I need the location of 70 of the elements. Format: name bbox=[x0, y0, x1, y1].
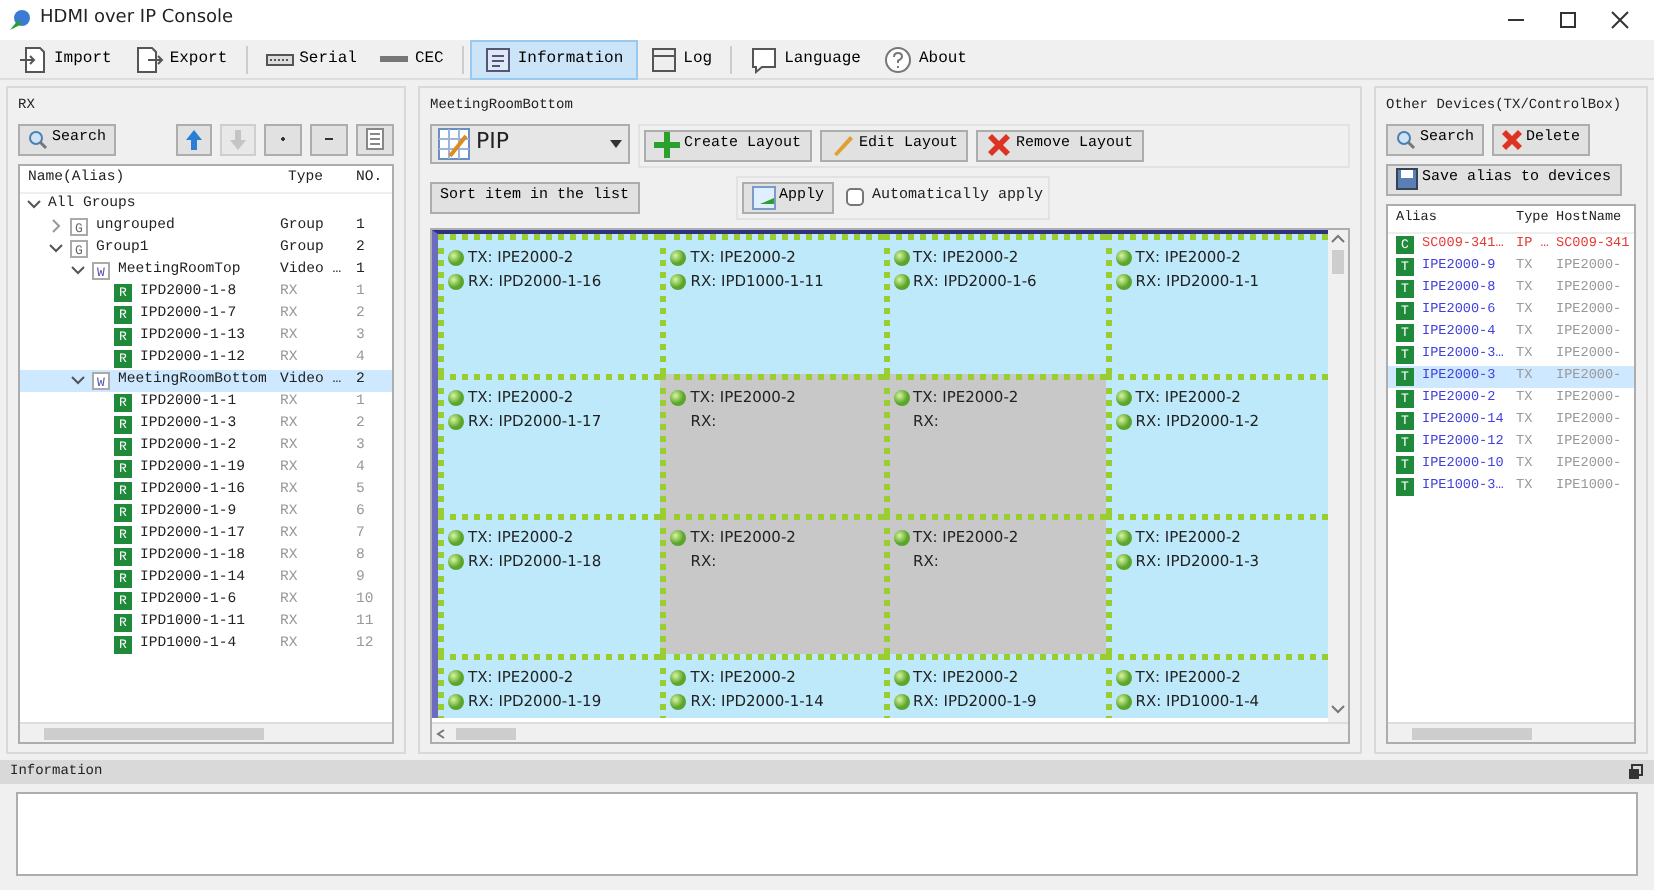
status-dot bbox=[893, 529, 909, 545]
status-dot bbox=[670, 273, 687, 289]
status-dot bbox=[448, 693, 464, 709]
status-dot bbox=[1115, 669, 1132, 685]
import-icon bbox=[20, 45, 48, 73]
status-dot bbox=[1115, 529, 1132, 545]
layout-icon bbox=[438, 127, 470, 159]
status-dot bbox=[448, 389, 464, 405]
status-dot bbox=[1115, 273, 1132, 289]
restore-icon[interactable] bbox=[1628, 764, 1644, 780]
remove-button[interactable] bbox=[310, 123, 348, 155]
pencil-icon bbox=[829, 132, 856, 158]
toolbar-button[interactable]: Language bbox=[738, 39, 873, 79]
toolbar-button[interactable]: About bbox=[872, 39, 979, 79]
status-dot bbox=[670, 669, 687, 685]
status-dot bbox=[670, 529, 687, 545]
list-icon bbox=[366, 128, 384, 150]
add-button[interactable] bbox=[264, 123, 302, 155]
information-icon bbox=[483, 45, 512, 73]
status-dot bbox=[670, 249, 687, 265]
status-dot bbox=[670, 693, 687, 709]
status-dot bbox=[448, 249, 464, 265]
scrollbar[interactable] bbox=[1328, 229, 1348, 721]
status-dot bbox=[448, 529, 464, 545]
status-dot bbox=[893, 273, 909, 289]
toolbar-button[interactable]: Export bbox=[123, 39, 240, 79]
cable-icon bbox=[380, 56, 409, 62]
search-icon bbox=[1396, 129, 1416, 149]
scrollbar[interactable] bbox=[432, 721, 1348, 741]
app-icon bbox=[8, 8, 32, 32]
status-dot bbox=[1115, 413, 1132, 429]
move-up-button[interactable] bbox=[176, 123, 212, 155]
scrollbar[interactable] bbox=[20, 722, 392, 742]
cross-icon bbox=[1502, 129, 1523, 149]
list-button[interactable] bbox=[356, 123, 394, 155]
window-title: HDMI over IP Console bbox=[40, 6, 234, 33]
toolbar-button[interactable]: Serial bbox=[253, 39, 369, 79]
help-icon bbox=[884, 45, 913, 73]
status-dot bbox=[1115, 693, 1132, 709]
caret-icon bbox=[610, 139, 622, 147]
toolbar-button[interactable]: CEC bbox=[368, 39, 456, 79]
status-dot bbox=[893, 249, 909, 265]
log-icon bbox=[649, 45, 678, 73]
layout-dropdown[interactable]: PIP bbox=[430, 123, 630, 163]
status-dot bbox=[1115, 553, 1132, 569]
status-dot bbox=[448, 273, 464, 289]
status-dot bbox=[448, 413, 464, 429]
status-dot bbox=[448, 669, 464, 685]
information-textbox[interactable] bbox=[16, 792, 1638, 876]
down-arrow-icon bbox=[230, 129, 246, 149]
save-icon bbox=[1396, 168, 1418, 190]
status-dot bbox=[448, 553, 464, 569]
status-dot bbox=[893, 669, 909, 685]
status-dot bbox=[670, 389, 687, 405]
cross-icon bbox=[986, 132, 1013, 158]
status-dot bbox=[893, 693, 909, 709]
status-dot bbox=[1115, 249, 1132, 265]
search-icon bbox=[28, 129, 48, 149]
move-down-button[interactable] bbox=[220, 123, 256, 155]
toolbar-button[interactable]: Log bbox=[637, 39, 725, 79]
toolbar-button[interactable]: Information bbox=[469, 39, 638, 79]
status-dot bbox=[893, 389, 909, 405]
export-icon bbox=[135, 45, 164, 73]
checkbox[interactable] bbox=[846, 188, 865, 206]
speech-bubble-icon bbox=[750, 45, 779, 73]
up-arrow-icon bbox=[186, 129, 202, 149]
status-dot bbox=[1115, 389, 1132, 405]
toolbar-button[interactable]: Import bbox=[8, 39, 124, 79]
apply-icon bbox=[751, 185, 776, 209]
scrollbar[interactable] bbox=[1388, 722, 1634, 742]
